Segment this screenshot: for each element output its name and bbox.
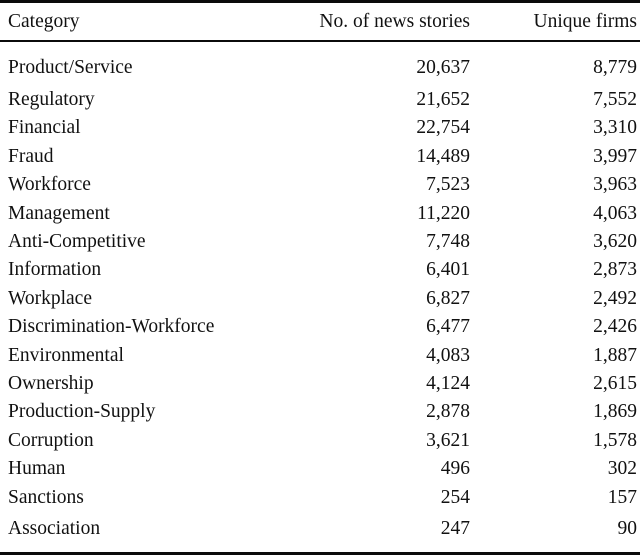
cell-news-stories: 7,523: [426, 174, 470, 196]
table-row: Fraud 14,489 3,997: [0, 143, 640, 171]
cell-category: Information: [8, 259, 102, 281]
cell-news-stories: 4,124: [426, 373, 470, 395]
cell-unique-firms: 3,310: [593, 117, 637, 139]
cell-news-stories: 6,401: [426, 259, 470, 281]
cell-unique-firms: 7,552: [593, 89, 637, 110]
table-header: Category No. of news stories Unique firm…: [0, 0, 640, 42]
cell-category: Anti-Competitive: [8, 231, 146, 253]
table-row: Management 11,220 4,063: [0, 200, 640, 228]
cell-unique-firms: 1,887: [593, 344, 637, 366]
cell-category: Human: [8, 458, 66, 480]
cell-category: Environmental: [8, 344, 124, 366]
table-row: Workforce 7,523 3,963: [0, 171, 640, 199]
table-container: Category No. of news stories Unique firm…: [0, 0, 640, 555]
cell-category: Workplace: [8, 287, 92, 309]
cell-category: Production-Supply: [8, 401, 156, 423]
cell-news-stories: 14,489: [416, 145, 470, 167]
cell-news-stories: 4,083: [426, 344, 470, 366]
cell-category: Sanctions: [8, 486, 84, 508]
table-row: Association 247 90: [0, 512, 640, 555]
cell-category: Management: [8, 202, 110, 224]
cell-category: Discrimination-Workforce: [8, 316, 215, 338]
cell-unique-firms: 4,063: [593, 202, 637, 224]
cell-news-stories: 2,878: [426, 401, 470, 423]
cell-unique-firms: 157: [607, 486, 637, 508]
cell-unique-firms: 2,615: [593, 373, 637, 395]
cell-news-stories: 20,637: [416, 56, 470, 78]
table-row: Product/Service 20,637 8,779: [0, 41, 640, 86]
cell-news-stories: 6,477: [426, 316, 470, 338]
table-body: Product/Service 20,637 8,779 Regulatory 21,6…: [0, 41, 640, 555]
cell-category: Association: [0, 512, 302, 555]
table-row: Corruption 3,621 1,578: [0, 427, 640, 455]
news-category-statistics-table: Category No. of news stories Unique firm…: [0, 0, 640, 555]
column-header-category: Category: [0, 3, 302, 42]
table-row: Discrimination-Workforce 6,477 2,426: [0, 313, 640, 341]
cell-unique-firms: 2,426: [593, 316, 637, 338]
table-row: Anti-Competitive 7,748 3,620: [0, 228, 640, 256]
cell-news-stories: 247: [302, 512, 480, 555]
cell-unique-firms: 3,620: [593, 231, 637, 253]
cell-news-stories: 496: [440, 458, 470, 480]
cell-news-stories: 254: [440, 486, 470, 508]
cell-category: Ownership: [8, 373, 94, 395]
cell-unique-firms: 3,963: [593, 174, 637, 196]
cell-unique-firms: 2,492: [593, 287, 637, 309]
table-row: Ownership 4,124 2,615: [0, 370, 640, 398]
column-header-unique-firms: Unique firms: [480, 3, 640, 42]
table-row: Sanctions 254 157: [0, 484, 640, 512]
cell-unique-firms: 8,779: [593, 56, 637, 78]
cell-news-stories: 3,621: [426, 429, 470, 451]
cell-unique-firms: 90: [480, 512, 640, 555]
column-header-news-stories: No. of news stories: [302, 3, 480, 42]
table-row: Environmental 4,083 1,887: [0, 342, 640, 370]
cell-news-stories: 11,220: [417, 202, 470, 224]
table-row: Human 496 302: [0, 455, 640, 483]
cell-news-stories: 22,754: [416, 117, 470, 139]
cell-category: Workforce: [8, 174, 91, 196]
table-row: Financial 22,754 3,310: [0, 114, 640, 142]
cell-news-stories: 21,652: [416, 89, 470, 110]
cell-news-stories: 7,748: [426, 231, 470, 253]
cell-category: Corruption: [8, 429, 94, 451]
table-row: Regulatory 21,652 7,552: [0, 86, 640, 114]
cell-category: Financial: [8, 117, 81, 139]
cell-unique-firms: 1,578: [593, 429, 637, 451]
cell-category: Product/Service: [8, 56, 133, 78]
cell-unique-firms: 302: [607, 458, 637, 480]
table-row: Information 6,401 2,873: [0, 256, 640, 284]
cell-category: Regulatory: [8, 89, 95, 110]
table-row: Workplace 6,827 2,492: [0, 285, 640, 313]
cell-news-stories: 6,827: [426, 287, 470, 309]
cell-unique-firms: 2,873: [593, 259, 637, 281]
cell-category: Fraud: [8, 145, 54, 167]
cell-unique-firms: 3,997: [593, 145, 637, 167]
cell-unique-firms: 1,869: [593, 401, 637, 423]
table-row: Production-Supply 2,878 1,869: [0, 398, 640, 426]
table-header-row: Category No. of news stories Unique firm…: [0, 3, 640, 42]
